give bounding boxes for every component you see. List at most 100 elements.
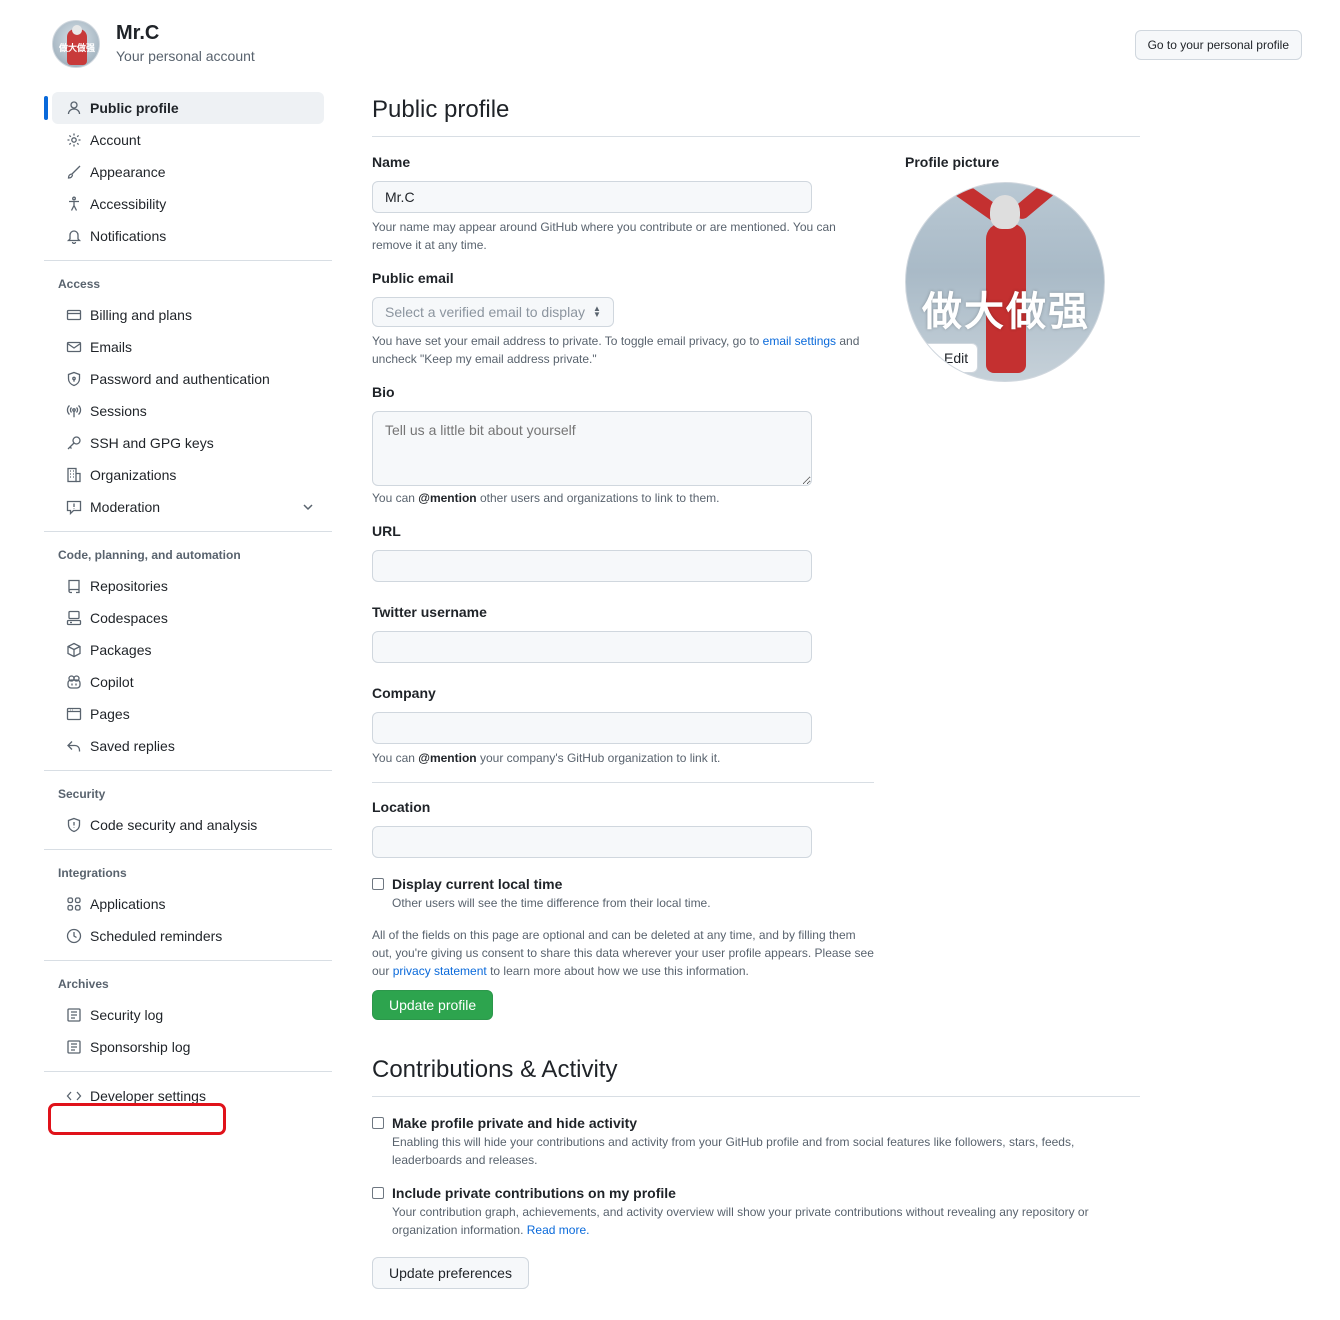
sidebar-item-scheduled-reminders[interactable]: Scheduled reminders [52,920,324,952]
sidebar-item-code-security[interactable]: Code security and analysis [52,809,324,841]
accessibility-icon [66,196,82,212]
sidebar-group-integrations: Integrations [58,866,127,880]
public-email-placeholder: Select a verified email to display [385,304,585,320]
copilot-icon [66,674,82,690]
sidebar-item-label: Developer settings [90,1088,206,1104]
profile-form: Name Your name may appear around GitHub … [372,152,874,1020]
title-divider [372,136,1140,137]
sidebar-item-appearance[interactable]: Appearance [52,156,324,188]
sidebar-item-billing[interactable]: Billing and plans [52,299,324,331]
profile-picture-caption: 做大做强 [922,289,1090,335]
email-settings-link[interactable]: email settings [763,334,836,348]
location-label: Location [372,799,431,815]
bell-icon [66,228,82,244]
go-to-profile-button[interactable]: Go to your personal profile [1134,30,1302,60]
sidebar-item-label: Public profile [90,100,179,116]
log-icon [66,1039,82,1055]
sidebar-item-label: Sponsorship log [90,1039,191,1055]
private-profile-label: Make profile private and hide activity [392,1115,638,1131]
sidebar-item-label: Organizations [90,467,177,483]
sidebar-item-ssh-gpg[interactable]: SSH and GPG keys [52,427,324,459]
sidebar-divider [44,849,332,850]
bio-field[interactable] [372,411,812,486]
location-field[interactable] [372,826,812,858]
repo-icon [66,578,82,594]
browser-icon [66,706,82,722]
sidebar-item-packages[interactable]: Packages [52,634,324,666]
url-label: URL [372,523,401,539]
sidebar-item-label: Moderation [90,499,161,515]
sidebar-group-access: Access [58,277,101,291]
sidebar-item-label: Sessions [90,403,147,419]
pencil-icon [925,351,938,364]
sidebar-item-emails[interactable]: Emails [52,331,324,363]
apps-icon [66,896,82,912]
code-icon [66,1088,82,1104]
sidebar-item-label: Code security and analysis [90,817,258,833]
privacy-statement-link[interactable]: privacy statement [393,964,487,978]
private-profile-checkbox[interactable] [372,1117,384,1129]
sidebar-item-label: Security log [90,1007,164,1023]
edit-picture-button[interactable]: Edit [914,343,979,373]
sidebar-item-label: Emails [90,339,133,355]
sidebar-item-label: Password and authentication [90,371,270,387]
sidebar-item-accessibility[interactable]: Accessibility [52,188,324,220]
profile-picture: 做大做强 Edit [905,182,1105,382]
sidebar-item-codespaces[interactable]: Codespaces [52,602,324,634]
chevron-down-icon[interactable] [300,499,316,515]
person-icon [66,100,82,116]
public-email-note: You have set your email address to priva… [372,334,860,366]
page-title: Public profile [372,96,510,123]
sidebar-item-public-profile[interactable]: Public profile [44,92,324,124]
sidebar-item-notifications[interactable]: Notifications [52,220,324,252]
sidebar-item-label: Scheduled reminders [90,928,223,944]
sidebar-item-moderation[interactable]: Moderation [52,491,324,523]
sidebar-item-repositories[interactable]: Repositories [52,570,324,602]
avatar[interactable]: 做大做强 [52,20,100,68]
clock-icon [66,928,82,944]
sidebar-group-security: Security [58,787,106,801]
sidebar-item-label: Notifications [90,228,167,244]
sidebar-item-label: Billing and plans [90,307,192,323]
company-field[interactable] [372,712,812,744]
twitter-label: Twitter username [372,604,487,620]
user-name[interactable]: Mr.C [116,22,159,45]
read-more-link[interactable]: Read more. [527,1223,590,1237]
sidebar-item-pages[interactable]: Pages [52,698,324,730]
sidebar-item-sponsorship-log[interactable]: Sponsorship log [52,1031,324,1063]
sidebar-divider [44,960,332,961]
private-contributions-note: Your contribution graph, achievements, a… [392,1205,1089,1237]
sidebar-item-sessions[interactable]: Sessions [52,395,324,427]
sidebar-item-copilot[interactable]: Copilot [52,666,324,698]
local-time-checkbox[interactable] [372,878,384,890]
title-divider [372,1096,1140,1097]
sidebar-item-label: Pages [90,706,130,722]
paintbrush-icon [66,164,82,180]
gear-icon [66,132,82,148]
update-preferences-button[interactable]: Update preferences [372,1257,529,1289]
name-field[interactable] [372,181,812,213]
sidebar-item-label: Repositories [90,578,168,594]
sidebar-group-code: Code, planning, and automation [58,548,241,562]
local-time-label: Display current local time [392,876,563,892]
private-contributions-row: Include private contributions on my prof… [372,1185,1140,1201]
sidebar-item-organizations[interactable]: Organizations [52,459,324,491]
sidebar-item-password[interactable]: Password and authentication [52,363,324,395]
sidebar-item-developer-settings[interactable]: Developer settings [52,1080,324,1112]
profile-picture-section: Profile picture 做大做强 Edit [905,152,1140,382]
local-time-row: Display current local time [372,876,874,892]
private-contributions-checkbox[interactable] [372,1187,384,1199]
url-field[interactable] [372,550,812,582]
public-email-select[interactable]: Select a verified email to display ▲ ▼ [372,297,614,327]
sidebar-item-security-log[interactable]: Security log [52,999,324,1031]
codespaces-icon [66,610,82,626]
update-profile-button[interactable]: Update profile [372,990,494,1020]
sidebar-item-saved-replies[interactable]: Saved replies [52,730,324,762]
sidebar-item-account[interactable]: Account [52,124,324,156]
bio-label: Bio [372,384,395,400]
package-icon [66,642,82,658]
twitter-field[interactable] [372,631,812,663]
sidebar-item-applications[interactable]: Applications [52,888,324,920]
mail-icon [66,339,82,355]
contributions-section: Contributions & Activity Make profile pr… [372,1052,1140,1289]
